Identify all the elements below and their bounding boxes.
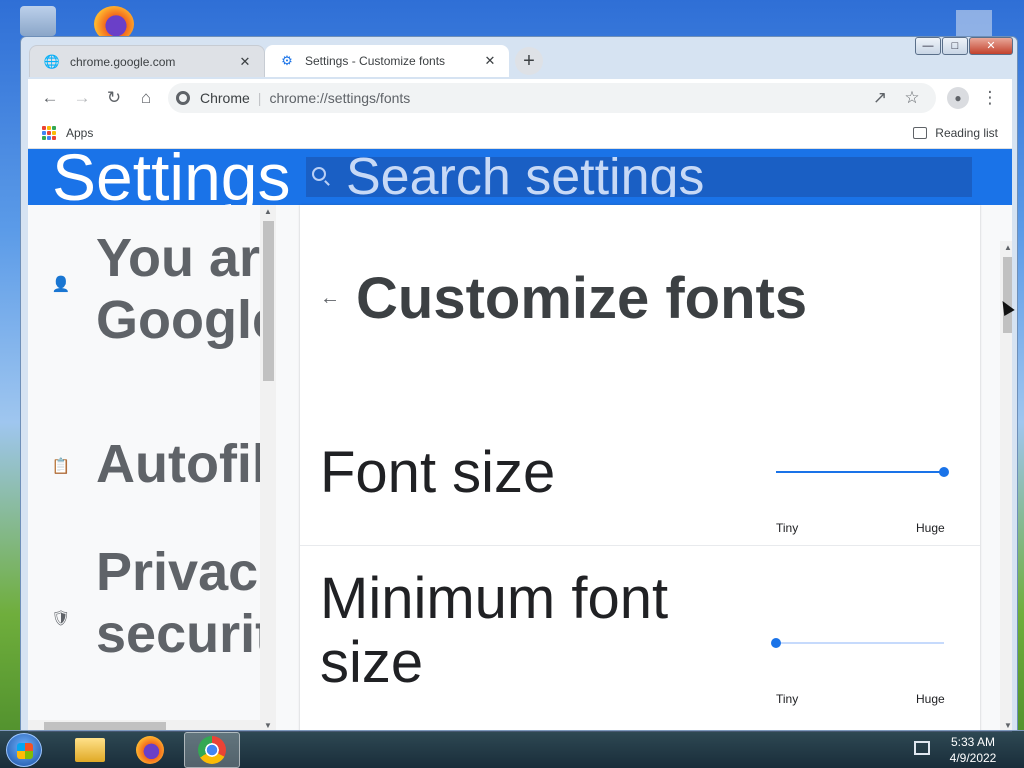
close-window-button[interactable]: ✕ [969, 37, 1013, 55]
explorer-taskbar-button[interactable] [62, 732, 118, 768]
minimum-font-size-slider[interactable] [771, 638, 944, 648]
browser-toolbar: ← → ↻ ⌂ Chrome | chrome://settings/fonts… [28, 79, 1012, 117]
avatar-icon: ● [947, 87, 969, 109]
search-input[interactable]: Search settings [306, 157, 972, 197]
search-placeholder: Search settings [346, 157, 705, 197]
reading-list-icon [913, 126, 928, 139]
tab-strip: 🌐 chrome.google.com ✕ ⚙ Settings - Custo… [29, 45, 927, 77]
customize-fonts-card: ← Customize fonts Font size Tiny Huge Mi… [300, 205, 980, 732]
scroll-down-icon[interactable]: ▼ [264, 721, 272, 730]
font-size-slider[interactable] [776, 467, 949, 477]
network-icon[interactable] [914, 741, 930, 755]
sidebar-label: securit [96, 604, 260, 664]
settings-sidebar: 👤 You ar Google 📋 Autofil 🛡 Privac secur… [28, 205, 260, 732]
sidebar-label: Google [96, 290, 260, 350]
share-icon[interactable]: ↗ [864, 82, 896, 114]
omnibox-site: Chrome [200, 90, 250, 106]
reading-list-button[interactable]: Reading list [935, 126, 998, 140]
window-controls: — □ ✕ [914, 37, 1013, 55]
font-size-label: Font size [320, 440, 556, 505]
person-icon: 👤 [51, 276, 71, 293]
firefox-taskbar-button[interactable] [122, 732, 178, 768]
address-bar[interactable]: Chrome | chrome://settings/fonts ↗ ☆ [168, 83, 936, 113]
reload-icon[interactable]: ↻ [98, 82, 130, 114]
menu-icon[interactable]: ⋮ [974, 82, 1006, 114]
forward-icon[interactable]: → [66, 82, 98, 114]
sidebar-item-you-and-google[interactable]: 👤 You ar Google [28, 227, 260, 367]
clock[interactable]: 5:33 AM 4/9/2022 [938, 734, 1008, 766]
scroll-up-icon[interactable]: ▲ [264, 207, 272, 216]
close-tab-icon[interactable]: ✕ [481, 53, 499, 69]
slider-knob[interactable] [771, 638, 781, 648]
minimum-font-size-label: Minimum font [320, 566, 669, 631]
settings-page: Settings Search settings 👤 You ar Google… [28, 149, 1012, 732]
recycle-bin-icon[interactable] [20, 6, 56, 36]
maximize-button[interactable]: □ [942, 37, 968, 55]
shield-icon: 🛡 [51, 610, 71, 627]
gear-icon: ⚙ [281, 53, 293, 68]
chrome-taskbar-button[interactable] [184, 732, 240, 768]
taskbar: 5:33 AM 4/9/2022 [0, 730, 1024, 768]
slider-min-label: Tiny [776, 692, 799, 706]
page-title: Customize fonts [356, 266, 808, 331]
clock-time: 5:33 AM [950, 735, 996, 749]
chrome-window: — □ ✕ 🌐 chrome.google.com ✕ ⚙ Settings -… [20, 36, 1018, 732]
sidebar-label: Autofil [96, 434, 260, 494]
chrome-icon [198, 736, 226, 764]
tab-title: Settings - Customize fonts [305, 54, 446, 68]
omnibox-separator: | [257, 90, 262, 106]
settings-header: Settings Search settings [28, 149, 1012, 214]
scroll-down-icon[interactable]: ▼ [1004, 721, 1012, 730]
tab-title: chrome.google.com [70, 54, 176, 69]
clipboard-icon: 📋 [51, 458, 71, 475]
omnibox-url: chrome://settings/fonts [269, 90, 411, 106]
slider-knob[interactable] [939, 467, 949, 477]
slider-max-label: Huge [916, 692, 945, 706]
profile-button[interactable]: ● [942, 82, 974, 114]
scrollbar-thumb[interactable] [263, 221, 274, 381]
slider-max-label: Huge [916, 521, 945, 535]
sidebar-label: Privac [96, 542, 259, 602]
apps-grid-icon [42, 125, 56, 140]
close-tab-icon[interactable]: ✕ [236, 54, 254, 70]
star-icon[interactable]: ☆ [896, 82, 928, 114]
tab-settings[interactable]: ⚙ Settings - Customize fonts ✕ [265, 45, 509, 77]
home-icon[interactable]: ⌂ [130, 82, 162, 114]
divider [300, 545, 980, 546]
apps-bookmark[interactable]: Apps [66, 126, 93, 140]
start-button[interactable] [6, 733, 42, 767]
firefox-icon [136, 736, 164, 764]
bookmarks-bar: Apps Reading list [28, 117, 1012, 149]
scroll-up-icon[interactable]: ▲ [1004, 243, 1012, 252]
search-icon [312, 167, 326, 181]
sidebar-item-privacy[interactable]: 🛡 Privac securit [28, 541, 260, 681]
globe-icon: 🌐 [43, 53, 61, 69]
back-icon[interactable]: ← [34, 82, 66, 114]
new-tab-button[interactable]: + [515, 47, 543, 75]
back-arrow-icon[interactable]: ← [320, 287, 340, 310]
chrome-site-icon [176, 91, 190, 105]
sidebar-item-autofill[interactable]: 📋 Autofil [28, 433, 260, 495]
folder-icon [75, 738, 105, 762]
sidebar-label: You ar [96, 228, 260, 288]
scrollbar-thumb[interactable] [1003, 257, 1012, 333]
tab-chrome-google[interactable]: 🌐 chrome.google.com ✕ [29, 45, 265, 77]
sidebar-scrollbar[interactable]: ▲ ▼ [260, 205, 276, 732]
slider-min-label: Tiny [776, 521, 799, 535]
clock-date: 4/9/2022 [949, 751, 997, 765]
minimum-font-size-label: size [320, 630, 424, 695]
